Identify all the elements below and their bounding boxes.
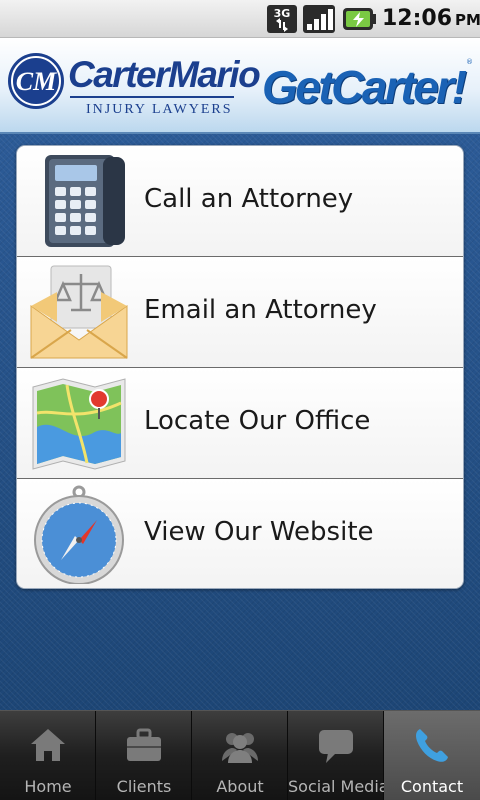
tab-label: Social Media [288, 777, 389, 796]
tab-label: Contact [400, 777, 464, 796]
battery-charging-icon [343, 8, 376, 30]
speech-bubble-icon [319, 730, 353, 763]
envelope-scales-icon [30, 265, 128, 359]
menu-item-label: Locate Our Office [144, 406, 371, 436]
tab-home[interactable]: Home [0, 711, 96, 800]
network-3g-icon: 3G [267, 5, 297, 33]
phone-handset-icon [416, 729, 448, 762]
tab-label: Clients [116, 777, 172, 796]
clock: 12:06 PM [382, 6, 480, 31]
status-bar: 3G 12:06 PM [0, 0, 480, 38]
menu-item-label: Email an Attorney [144, 295, 377, 325]
menu-item-label: View Our Website [144, 517, 374, 547]
tab-about[interactable]: About [192, 711, 288, 800]
brand-name: CarterMario [68, 54, 261, 95]
menu-item-call-attorney[interactable]: Call an Attorney [17, 146, 463, 257]
tab-social-media[interactable]: Social Media [288, 711, 389, 800]
clock-time: 12:06 [382, 6, 453, 31]
briefcase-icon [127, 728, 161, 761]
brand-divider [70, 96, 234, 98]
registered-mark: ® [466, 58, 473, 66]
tagline: GetCarter! [262, 61, 467, 113]
signal-strength-icon [303, 5, 335, 33]
desk-phone-icon [45, 155, 125, 247]
menu-item-locate-office[interactable]: Locate Our Office [17, 368, 463, 479]
cm-logo: CM [8, 53, 64, 109]
bottom-tab-bar: Home Clients About Social Media Contact [0, 710, 480, 800]
menu-item-email-attorney[interactable]: Email an Attorney [17, 257, 463, 368]
map-pin-icon [32, 378, 126, 470]
tab-contact[interactable]: Contact [384, 711, 480, 800]
clock-ampm: PM [455, 11, 480, 29]
home-icon [31, 729, 65, 761]
tab-clients[interactable]: Clients [96, 711, 192, 800]
brand-subtitle: INJURY LAWYERS [86, 102, 233, 117]
compass-icon [34, 485, 124, 584]
tab-label: About [216, 777, 264, 796]
menu-item-label: Call an Attorney [144, 184, 354, 214]
svg-text:3G: 3G [274, 7, 291, 20]
tab-label: Home [24, 777, 72, 796]
svg-text:CM: CM [16, 67, 57, 96]
people-icon [222, 733, 258, 763]
contact-menu: Call an Attorney Email an Attorney Locat… [16, 145, 464, 589]
main-content: Call an Attorney Email an Attorney Locat… [0, 134, 480, 710]
menu-item-view-website[interactable]: View Our Website [17, 479, 463, 588]
app-header: CM CarterMario INJURY LAWYERS GetCarter!… [0, 38, 480, 134]
